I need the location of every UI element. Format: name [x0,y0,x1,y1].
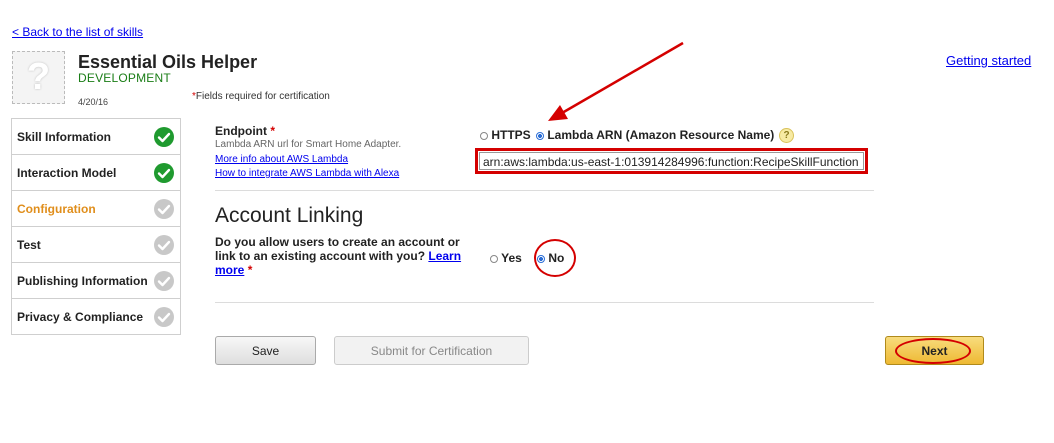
lambda-arn-radio[interactable] [536,131,544,140]
no-option-annotation-circle [534,239,576,277]
sidebar-item-skill-information[interactable]: Skill Information [12,119,180,155]
help-icon[interactable]: ? [779,128,794,143]
check-pending-icon [154,199,174,219]
arrow-head [548,105,568,121]
https-radio[interactable] [480,131,488,140]
sidebar-item-privacy-compliance[interactable]: Privacy & Compliance [12,299,180,335]
sidebar-item-label: Privacy & Compliance [17,310,144,324]
sidebar-item-interaction-model[interactable]: Interaction Model [12,155,180,191]
check-pending-icon [154,307,174,327]
aws-lambda-info-link[interactable]: More info about AWS Lambda [215,154,348,165]
sidebar-item-label: Interaction Model [17,166,117,180]
sidebar-item-configuration[interactable]: Configuration [12,191,180,227]
required-note-text: Fields required for certification [195,91,330,102]
check-pending-icon [154,271,174,291]
account-linking-question: Do you allow users to create an account … [215,235,475,277]
sidebar-item-test[interactable]: Test [12,227,180,263]
integrate-lambda-link[interactable]: How to integrate AWS Lambda with Alexa [215,168,399,179]
skill-date: 4/20/16 [78,97,109,107]
lambda-arn-input[interactable]: arn:aws:lambda:us-east-1:013914284996:fu… [479,152,864,170]
getting-started-link[interactable]: Getting started [946,53,1031,68]
endpoint-label-text: Endpoint [215,124,267,138]
required-fields-note: *Fields required for certification [192,91,330,102]
account-linking-heading: Account Linking [215,204,364,227]
save-button[interactable]: Save [215,336,316,365]
check-done-icon [154,127,174,147]
section-divider [215,190,874,191]
back-to-skills-link[interactable]: < Back to the list of skills [12,25,143,39]
sidebar-item-label: Publishing Information [17,274,148,288]
sidebar-item-publishing-information[interactable]: Publishing Information [12,263,180,299]
sidebar-item-label: Test [17,238,41,252]
check-done-icon [154,163,174,183]
yes-radio[interactable] [490,254,498,263]
https-option[interactable]: HTTPS [480,128,531,142]
skill-icon-placeholder: ? [12,51,65,104]
https-option-label: HTTPS [491,128,531,142]
account-linking-yes-option[interactable]: Yes [490,251,522,265]
account-linking-question-text: Do you allow users to create an account … [215,235,460,263]
skill-name: Essential Oils Helper [78,52,258,72]
next-annotation-circle [895,338,971,364]
lambda-arn-option[interactable]: Lambda ARN (Amazon Resource Name) [536,128,774,142]
endpoint-label: Endpoint * [215,124,275,138]
endpoint-help-text: Lambda ARN url for Smart Home Adapter. [215,139,402,150]
question-mark-icon: ? [26,56,51,98]
arrow-shaft [561,41,684,115]
section-divider [215,302,874,303]
arn-highlight: arn:aws:lambda:us-east-1:013914284996:fu… [475,148,868,174]
skill-status: DEVELOPMENT [78,71,171,85]
sidebar: Skill Information Interaction Model Conf… [11,118,181,335]
sidebar-item-label: Skill Information [17,130,112,144]
check-pending-icon [154,235,174,255]
required-star: * [270,124,275,138]
submit-for-certification-button[interactable]: Submit for Certification [334,336,529,365]
sidebar-item-label: Configuration [17,202,96,216]
required-star: * [247,263,253,277]
lambda-arn-option-label: Lambda ARN (Amazon Resource Name) [547,128,775,142]
yes-option-label: Yes [501,251,522,265]
